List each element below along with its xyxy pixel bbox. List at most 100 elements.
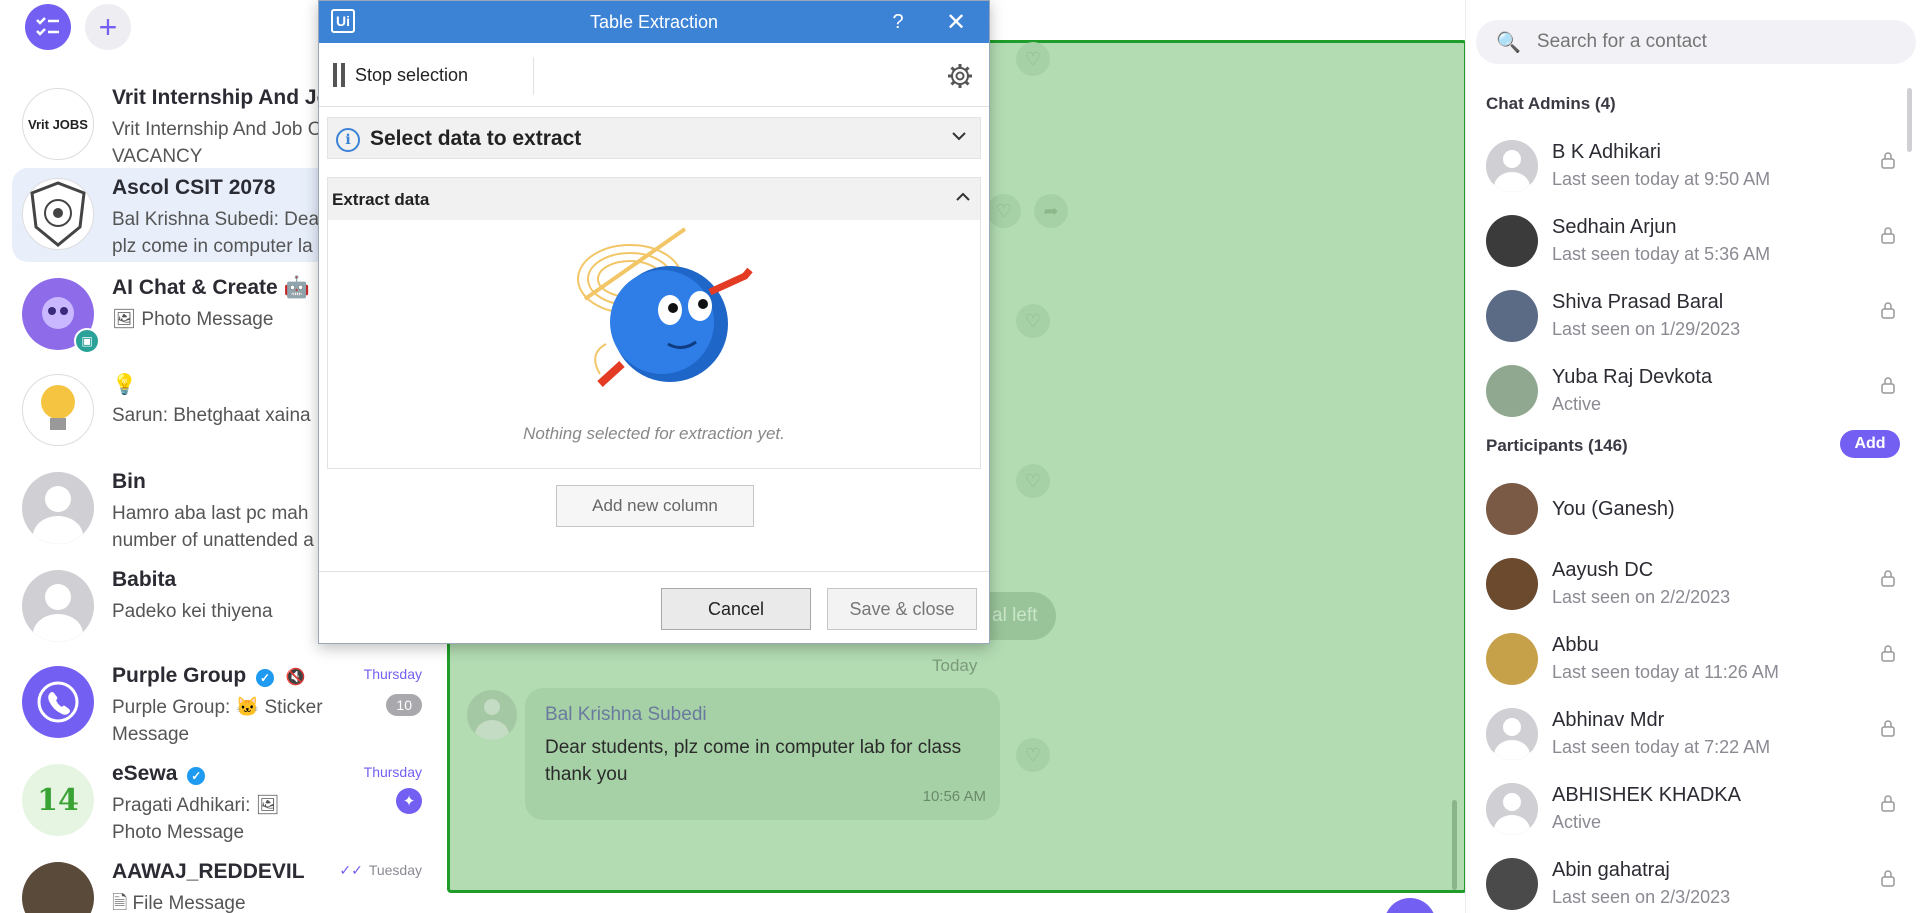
pause-icon [333, 63, 345, 87]
lightbulb-icon [41, 385, 75, 430]
filter-chats-button[interactable] [25, 4, 71, 50]
dialog-titlebar[interactable]: Ui Table Extraction ? ✕ [319, 1, 989, 43]
new-chat-button[interactable]: + [85, 4, 131, 50]
avatar [22, 178, 94, 250]
member-status: Last seen today at 9:50 AM [1552, 169, 1771, 189]
chat-preview: Bal Krishna Subedi: Dear plz come in com… [112, 209, 326, 257]
member-name: B K Adhikari [1552, 141, 1661, 163]
stop-selection-button[interactable]: Stop selection [333, 63, 468, 87]
member-name: Sedhain Arjun [1552, 216, 1677, 238]
esewa-logo-icon: 14 [37, 782, 79, 818]
chat-name: 💡 [112, 374, 137, 396]
lock-icon [1881, 227, 1895, 244]
message-bubble[interactable]: Bal Krishna Subedi Dear students, plz co… [525, 688, 1000, 820]
member-name: Abin gahatraj [1552, 859, 1670, 881]
extract-data-panel-header[interactable]: Extract data [328, 178, 980, 220]
lock-icon [1881, 570, 1895, 587]
checklist-icon [36, 17, 59, 36]
add-participant-button[interactable]: Add [1840, 430, 1900, 458]
chat-item[interactable]: 14 eSewa ✓ Thursday ✦ Pragati Adhikari: … [12, 754, 432, 846]
avatar [1486, 215, 1538, 267]
member-row[interactable]: Sedhain Arjun Last seen today at 5:36 AM [1486, 210, 1906, 276]
like-icon[interactable]: ♡ [1016, 738, 1050, 772]
chat-item[interactable]: Purple Group ✓ 🔇 Thursday 10 Purple Grou… [12, 656, 432, 748]
close-button[interactable]: ✕ [941, 7, 971, 37]
chat-preview: Purple Group: 🐱 Sticker Message [112, 697, 323, 745]
default-avatar-icon [1486, 708, 1538, 760]
table-extraction-dialog: Ui Table Extraction ? ✕ Stop selection i… [318, 0, 990, 644]
like-icon[interactable]: ♡ [987, 194, 1021, 228]
member-name: ABHISHEK KHADKA [1552, 784, 1741, 806]
conversation-scrollbar[interactable] [1452, 800, 1457, 890]
member-status: Last seen today at 5:36 AM [1552, 244, 1771, 264]
member-status: Active [1552, 394, 1602, 414]
chat-name: AAWAJ_REDDEVIL [112, 860, 305, 883]
help-button[interactable]: ? [883, 7, 913, 37]
member-row[interactable]: Abbu Last seen today at 11:26 AM [1486, 628, 1906, 694]
search-input[interactable] [1536, 31, 1877, 53]
member-status: Last seen on 2/2/2023 [1552, 587, 1731, 607]
member-row[interactable]: B K Adhikari Last seen today at 9:50 AM [1486, 135, 1906, 201]
member-row[interactable]: You (Ganesh) [1486, 478, 1906, 544]
avatar [1486, 558, 1538, 610]
chat-time: ✓✓ Tuesday [339, 862, 422, 879]
avatar [1486, 290, 1538, 342]
lock-icon [1881, 302, 1895, 319]
chevron-down-icon [952, 132, 966, 141]
like-icon[interactable]: ♡ [1016, 304, 1050, 338]
verified-icon: ✓ [256, 669, 275, 687]
like-icon[interactable]: ♡ [1016, 464, 1050, 498]
avatar [22, 472, 94, 544]
member-row[interactable]: Shiva Prasad Baral Last seen on 1/29/202… [1486, 285, 1906, 351]
share-icon[interactable]: ➦ [1034, 194, 1068, 228]
chevron-up-icon [956, 192, 970, 201]
member-row[interactable]: ABHISHEK KHADKA Active [1486, 778, 1906, 844]
message-sender: Bal Krishna Subedi [545, 704, 707, 725]
member-row[interactable]: Abhinav Mdr Last seen today at 7:22 AM [1486, 703, 1906, 769]
select-data-panel-header[interactable]: i Select data to extract [327, 117, 981, 159]
plus-icon: + [98, 8, 118, 45]
notification-pill[interactable]: al left [984, 592, 1056, 640]
member-name: Shiva Prasad Baral [1552, 291, 1724, 313]
member-status: Last seen on 2/3/2023 [1552, 887, 1731, 907]
avatar [1486, 483, 1538, 535]
cancel-button[interactable]: Cancel [661, 588, 811, 630]
chat-time: Thursday [363, 666, 422, 682]
like-icon[interactable]: ♡ [1016, 42, 1050, 76]
app-window: + Vrit JOBS Vrit Internship And Jo Vrit … [0, 0, 1920, 913]
search-icon: 🔍 [1496, 31, 1521, 54]
member-status: Last seen today at 7:22 AM [1552, 737, 1771, 757]
member-row[interactable]: Yuba Raj Devkota Active [1486, 360, 1906, 426]
member-row[interactable]: Abin gahatraj Last seen on 2/3/2023 [1486, 853, 1906, 913]
default-avatar-icon [22, 472, 94, 544]
admins-section-title: Chat Admins (4) [1486, 94, 1616, 113]
contact-search[interactable]: 🔍 [1476, 20, 1916, 64]
participants-scrollbar[interactable] [1907, 88, 1912, 152]
chat-item[interactable]: AAWAJ_REDDEVIL ✓✓ Tuesday 🗎 File Message [12, 852, 432, 913]
lock-icon [1881, 152, 1895, 169]
member-name: Aayush DC [1552, 559, 1654, 581]
lock-icon [1881, 377, 1895, 394]
chat-name: eSewa ✓ [112, 762, 206, 786]
stop-selection-label: Stop selection [355, 64, 469, 85]
extract-data-title: Extract data [332, 190, 430, 209]
chat-preview: Pragati Adhikari: 🖼 Photo Message [112, 795, 280, 843]
chat-name: Purple Group ✓ 🔇 [112, 664, 306, 688]
select-data-title: Select data to extract [370, 127, 582, 150]
gear-icon[interactable] [947, 63, 973, 89]
member-name: You (Ganesh) [1552, 498, 1675, 520]
avatar [22, 862, 94, 913]
dialog-toolbar: Stop selection [319, 43, 989, 107]
avatar [1486, 783, 1538, 835]
ascol-crest-icon [30, 181, 86, 247]
save-and-close-button[interactable]: Save & close [827, 588, 977, 630]
chat-name: Bin [112, 470, 146, 493]
extract-data-panel: Extract data Nothing selected for extrac… [327, 177, 981, 469]
avatar [1486, 633, 1538, 685]
sender-avatar [467, 690, 517, 740]
chat-preview: 🗎 File Message [112, 893, 246, 913]
add-new-column-button[interactable]: Add new column [556, 485, 754, 527]
chat-name-text: Purple Group [112, 664, 247, 687]
member-row[interactable]: Aayush DC Last seen on 2/2/2023 [1486, 553, 1906, 619]
avatar [1486, 858, 1538, 910]
